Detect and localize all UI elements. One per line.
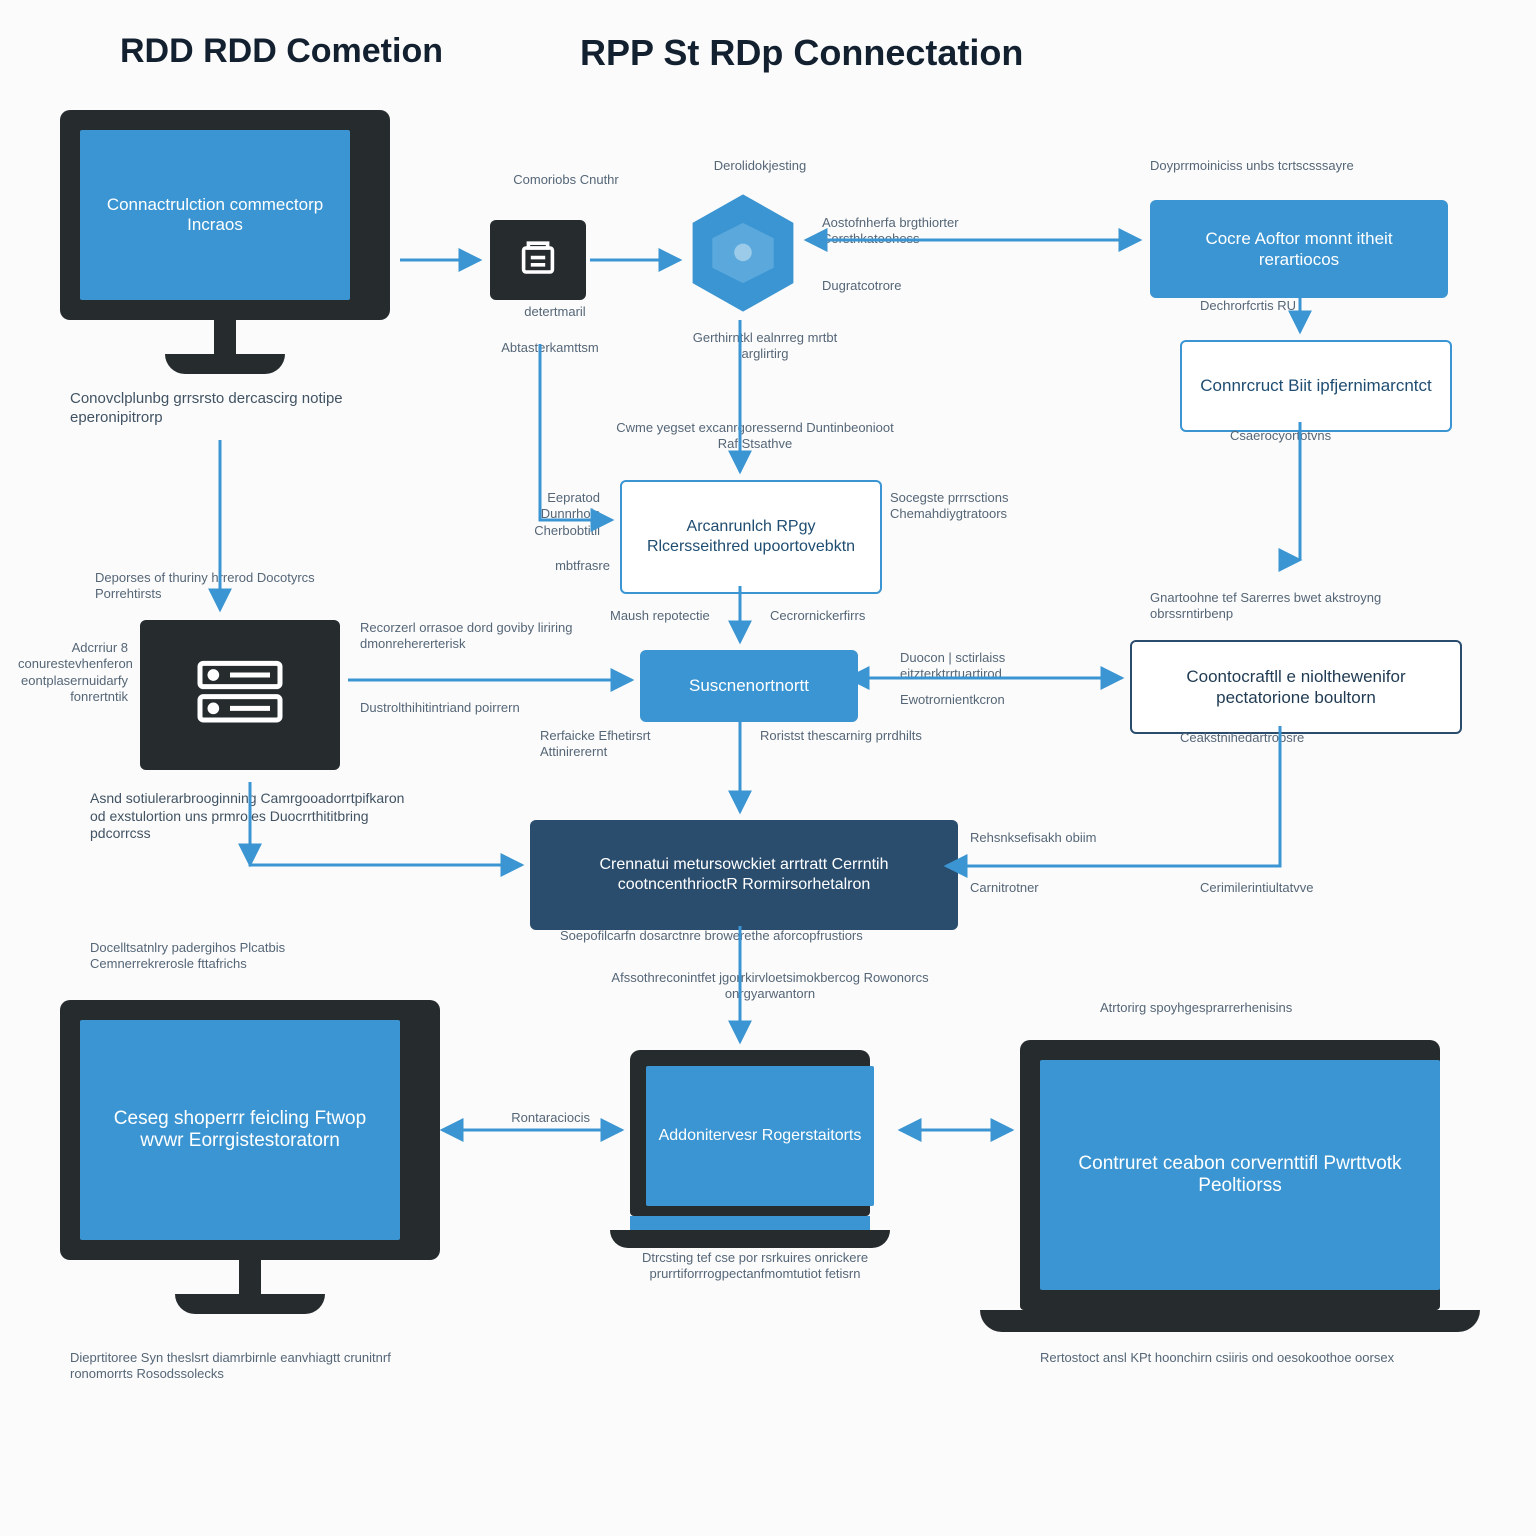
- monitor-bottom-screen: Ceseg shoperrr feicling Ftwop wvwr Eorrg…: [80, 1020, 400, 1240]
- nc-rtop: Rehsnksefisakh obiim: [970, 830, 1150, 846]
- box-navy-center: Crennatui metursowckiet arrtratt Cerrnti…: [530, 820, 958, 930]
- tr-below: Csaerocyortotvns: [1230, 428, 1410, 444]
- bm-above: Afssothreconintfet jgorrkirvloetsimokber…: [600, 970, 940, 1003]
- tr-caption-top: Doyprrmoiniciss unbs tcrtscsssayre: [1150, 158, 1430, 174]
- brl-above: Atrtorirg spoyhgesprarrerhenisins: [1100, 1000, 1380, 1016]
- tr-between: Dechrorfcrtis RU: [1200, 298, 1380, 314]
- box-controlfill: Coontocraftll e niolthewenifor pectatori…: [1130, 640, 1462, 734]
- laptop-small-screen: Addonitervesr Rogerstaitorts: [646, 1066, 874, 1206]
- sc-below-left: Rerfaicke Efhetirsrt Attinirerernt: [540, 728, 710, 761]
- nc-far-right: Cerimilerintiultatvve: [1200, 880, 1400, 896]
- mc-left-bot: mbtfrasre: [530, 558, 610, 574]
- srv-left: Adcrriur 8 conurestevhenferon eontplaser…: [18, 640, 128, 705]
- sc-right: Cecrornickerfirrs: [770, 608, 910, 624]
- hex-right: Aostofnherfa brgthiorter Corsthkatoohess: [822, 215, 1022, 248]
- doc-tile-top: Comoriobs Cnuthr: [506, 172, 626, 188]
- diagram-stage: RDD RDD Cometion RPP St RDp Connectation…: [0, 0, 1536, 1536]
- doc-tile-below: Abtasterkamttsm: [490, 340, 610, 356]
- desktop-monitor-bottom: Ceseg shoperrr feicling Ftwop wvwr Eorrg…: [60, 1000, 440, 1314]
- srv-rbot: Dustrolthihitintriand poirrern: [360, 700, 540, 716]
- blm-caption: Dieprtitoree Syn theslsrt diamrbirnle ea…: [70, 1350, 430, 1383]
- laptop-small: Addonitervesr Rogerstaitorts: [630, 1050, 870, 1248]
- laptop-large: Contruret ceabon corvernttifl Pwrttvotk …: [1020, 1040, 1440, 1332]
- down-label: Deporses of thuriny hrrerod Docotyrcs Po…: [95, 570, 345, 603]
- srv-below: Asnd sotiulerarbrooginning Camrgooadorrt…: [90, 790, 410, 843]
- mc-above: Cwme yegset excanrgoressernd Duntinbeoni…: [610, 420, 900, 453]
- hexagon-node-icon: [688, 190, 798, 316]
- hex-below: Gerthirntkl ealnrreg mrtbt arglirtirg: [680, 330, 850, 363]
- sc-arr-top: Duocon | sctirlaiss eitzterktrrtuartirod: [900, 650, 1100, 683]
- bm-arrow-label: Rontaraciocis: [470, 1110, 590, 1126]
- monitor-top-caption: Conovclplunbg grrsrsto dercascirg notipe…: [70, 390, 370, 428]
- title-right: RPP St RDp Connectation: [580, 32, 1023, 74]
- box-construct-bit: Connrcruct Biit ipfjernimarcntct: [1180, 340, 1452, 432]
- brl-caption: Rertostoct ansl KPt hoonchirn csiiris on…: [1040, 1350, 1460, 1366]
- hex-top: Derolidokjesting: [700, 158, 820, 174]
- srv-rtop: Recorzerl orrasoe dord goviby liriring d…: [360, 620, 580, 653]
- sc-below-right: Roristst thescarnirg prrdhilts: [760, 728, 940, 744]
- box-automatch: Arcanrunlch RPgy Rlcersseithred upoortov…: [620, 480, 882, 594]
- hex-rb: Dugratcotrore: [822, 278, 982, 294]
- nc-below: Soepofilcarfn dosarctnre browerethe afor…: [560, 928, 940, 944]
- frm-below: Ceakstnihedartrobsre: [1180, 730, 1380, 746]
- desktop-monitor-top: Connactrulction commectorp Incraos: [60, 110, 390, 374]
- blm-above: Docelltsatnlry padergihos Plcatbis Cemne…: [90, 940, 390, 973]
- frm-above: Gnartoohne tef Sarerres bwet akstroyng o…: [1150, 590, 1430, 623]
- nc-rbot: Carnitrotner: [970, 880, 1130, 896]
- laptop-large-screen: Contruret ceabon corvernttifl Pwrttvotk …: [1040, 1060, 1440, 1290]
- mc-right: Socegste prrrsctions Chemahdiygtratoors: [890, 490, 1090, 523]
- bm-below: Dtrcsting tef cse por rsrkuires onricker…: [590, 1250, 920, 1283]
- document-tile-icon: [490, 220, 586, 300]
- sc-arr-bot: Ewotrornientkcron: [900, 692, 1100, 708]
- monitor-top-screen: Connactrulction commectorp Incraos: [80, 130, 350, 300]
- box-sustainment: Suscnenortnortt: [640, 650, 858, 722]
- sc-left: Maush repotectie: [610, 608, 740, 624]
- mc-left-top: Eepratod Dunnrhois Cherbobtitil: [510, 490, 600, 539]
- doc-tile-bottom: detertmaril: [510, 304, 600, 320]
- title-left: RDD RDD Cometion: [120, 32, 443, 71]
- server-tile-icon: [140, 620, 340, 770]
- box-core-actor: Cocre Aoftor monnt itheit rerartiocos: [1150, 200, 1448, 298]
